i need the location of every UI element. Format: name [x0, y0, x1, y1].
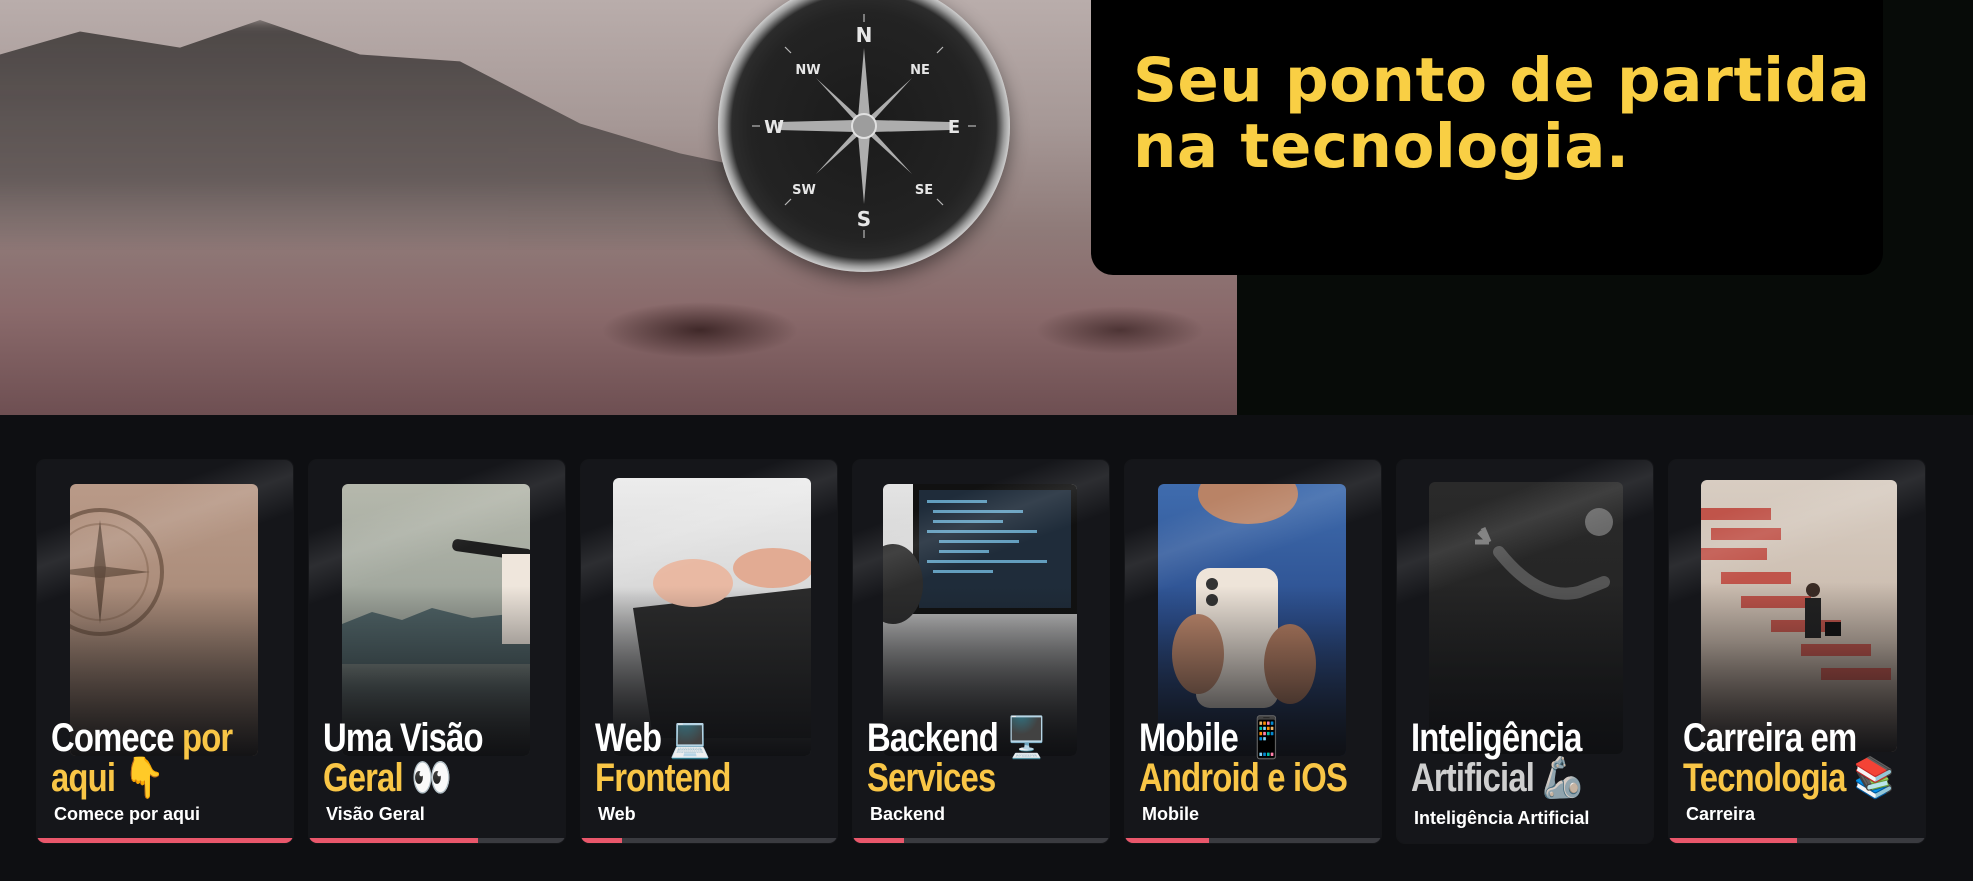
card-subtitle: Backend — [870, 804, 946, 824]
compass-letter-ne: NE — [910, 63, 930, 78]
compass-letter-w: W — [764, 117, 784, 138]
progress-bar — [853, 838, 1109, 843]
compass-image: N S E W NE NW SE SW — [718, 0, 1010, 272]
card-subtitle: Comece por aqui — [54, 804, 201, 824]
card-title: Backend 🖥️ Services — [867, 716, 1047, 800]
robot-arm-thumbnail — [1429, 482, 1623, 754]
card-subtitle: Carreira — [1686, 804, 1756, 824]
page-title: Seu ponto de partida na tecnologia. — [1133, 45, 1871, 182]
compass-letter-e: E — [948, 117, 960, 138]
category-card-carreira[interactable]: Carreira em Tecnologia 📚 Carreira — [1669, 460, 1925, 843]
compass-letter-n: N — [856, 23, 873, 47]
card-subtitle: Inteligência Artificial — [1414, 808, 1590, 828]
category-card-mobile[interactable]: Mobile 📱 Android e iOS Mobile — [1125, 460, 1381, 843]
card-title: Inteligência Artificial 🦾 — [1411, 716, 1583, 800]
compass-letter-nw: NW — [795, 63, 820, 78]
stairs-thumbnail — [1701, 480, 1897, 752]
card-subtitle: Web — [598, 804, 636, 824]
card-title: Mobile 📱 Android e iOS — [1139, 716, 1348, 800]
progress-bar — [1125, 838, 1381, 843]
category-card-comece-por-aqui[interactable]: Comece por aqui 👇 Comece por aqui — [37, 460, 293, 843]
category-cards-row: Comece por aqui 👇 Comece por aqui Uma Vi… — [0, 415, 1973, 881]
category-card-backend-services[interactable]: Backend 🖥️ Services Backend — [853, 460, 1109, 843]
progress-bar — [1669, 838, 1925, 843]
progress-bar — [309, 838, 565, 843]
card-subtitle: Visão Geral — [326, 804, 425, 824]
progress-bar — [1397, 838, 1653, 843]
hero-title-card: Seu ponto de partida na tecnologia. — [1091, 0, 1883, 275]
category-card-inteligencia-artificial[interactable]: Inteligência Artificial 🦾 Inteligência A… — [1397, 460, 1653, 843]
progress-bar — [581, 838, 837, 843]
hero-background-photo: N S E W NE NW SE SW — [0, 0, 1237, 415]
card-title: Comece por aqui 👇 — [51, 716, 233, 800]
compass-letter-sw: SW — [792, 183, 816, 198]
compass-letter-s: S — [857, 207, 871, 231]
card-title: Uma Visão Geral 👀 — [323, 716, 484, 800]
card-title: Web 💻 Frontend — [595, 716, 731, 800]
hero-banner: N S E W NE NW SE SW Seu ponto de partida… — [0, 0, 1973, 415]
laptop-thumbnail — [613, 478, 811, 756]
card-title: Carreira em Tecnologia 📚 — [1683, 716, 1895, 800]
category-card-web-frontend[interactable]: Web 💻 Frontend Web — [581, 460, 837, 843]
progress-bar — [37, 838, 293, 843]
card-subtitle: Mobile — [1142, 804, 1199, 824]
compass-letter-se: SE — [915, 183, 933, 198]
category-card-visao-geral[interactable]: Uma Visão Geral 👀 Visão Geral — [309, 460, 565, 843]
